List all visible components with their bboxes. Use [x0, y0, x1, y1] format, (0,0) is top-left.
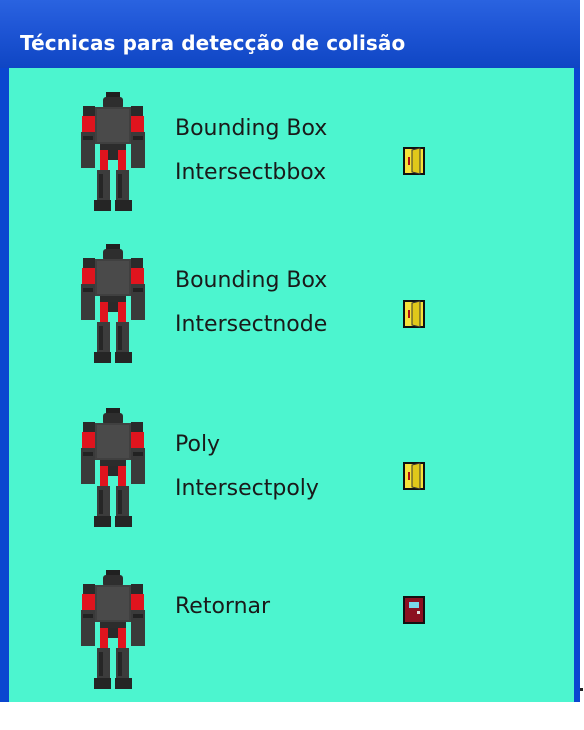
menu-item-subtitle: Intersectnode: [175, 312, 328, 337]
menu-panel: Bounding Box Intersectbbox Bounding Box …: [9, 68, 574, 702]
title-bar[interactable]: Técnicas para detecção de colisão: [0, 0, 580, 68]
menu-item-title: Bounding Box: [175, 268, 328, 293]
menu-item-intersectpoly[interactable]: Poly Intersectpoly: [9, 408, 574, 568]
application-window: Técnicas para detecção de colisão Boundi…: [0, 0, 580, 702]
robot-icon[interactable]: [76, 244, 150, 364]
robot-icon[interactable]: [76, 92, 150, 212]
robot-icon[interactable]: [76, 408, 150, 528]
window-frame-right: [574, 68, 580, 702]
menu-item-subtitle: Intersectbbox: [175, 160, 327, 185]
menu-item-retornar[interactable]: Retornar: [9, 570, 574, 730]
closed-door-icon[interactable]: [403, 596, 425, 624]
open-door-icon[interactable]: [403, 147, 425, 175]
menu-item-title: Bounding Box: [175, 116, 328, 141]
menu-item-title: Poly: [175, 432, 221, 457]
menu-item-intersectnode[interactable]: Bounding Box Intersectnode: [9, 244, 574, 404]
window-title: Técnicas para detecção de colisão: [20, 31, 406, 55]
open-door-icon[interactable]: [403, 462, 425, 490]
robot-icon[interactable]: [76, 570, 150, 690]
menu-item-subtitle: Intersectpoly: [175, 476, 319, 501]
window-corner-mark: [580, 688, 583, 691]
open-door-icon[interactable]: [403, 300, 425, 328]
menu-item-intersectbbox[interactable]: Bounding Box Intersectbbox: [9, 92, 574, 252]
window-frame-left: [0, 68, 9, 702]
menu-item-title: Retornar: [175, 594, 271, 619]
